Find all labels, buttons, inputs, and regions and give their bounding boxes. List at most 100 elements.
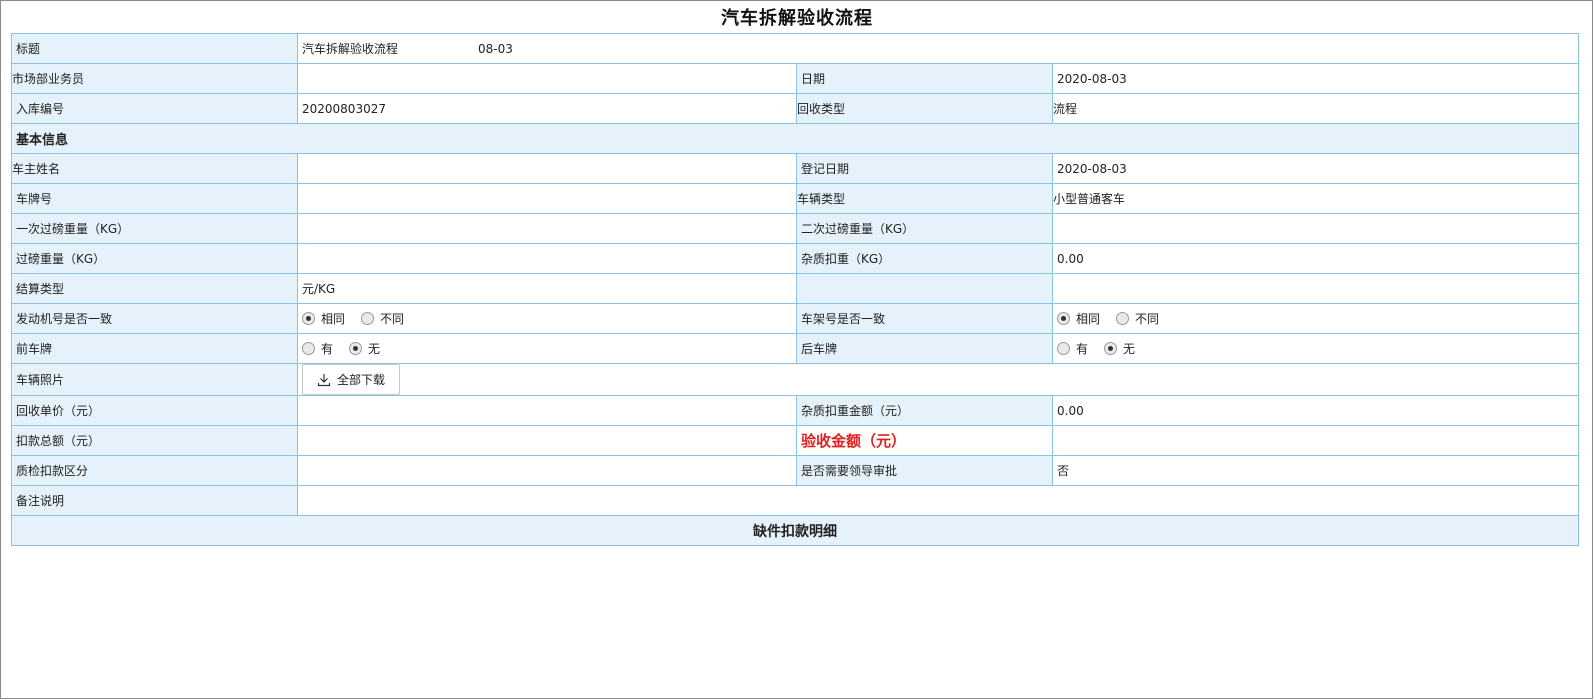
basic-info-heading: 基本信息 xyxy=(10,123,1580,154)
engine-same-radio[interactable] xyxy=(302,312,315,325)
engine-match-label: 发动机号是否一致 xyxy=(11,303,298,334)
download-icon xyxy=(317,373,331,386)
download-all-label: 全部下载 xyxy=(337,373,386,387)
photo-row: 车辆照片 全部下载 xyxy=(11,363,1580,396)
stock-no-field[interactable]: 20200803027 xyxy=(297,93,797,124)
rear-plate-options: 有 无 xyxy=(1051,333,1580,364)
net-weight-label: 过磅重量（KG） xyxy=(11,243,298,274)
acceptance-form: 标题 汽车拆解验收流程 08-03 市场部业务员 日期 2020-08-03 入库… xyxy=(10,33,1580,546)
owner-row: 车主姓名 登记日期 2020-08-03 xyxy=(11,153,1580,184)
missing-parts-heading: 缺件扣款明细 xyxy=(10,515,1580,546)
impurity-weight-field[interactable]: 0.00 xyxy=(1051,243,1580,274)
salesman-label: 市场部业务员 xyxy=(11,63,298,94)
rear-plate-label: 后车牌 xyxy=(796,333,1053,364)
plate-row: 车牌号 车辆类型 小型普通客车 xyxy=(11,183,1580,214)
vehicle-photo-area: 全部下载 xyxy=(296,363,1580,396)
recycle-type-field[interactable]: 流程 xyxy=(1051,93,1580,124)
unit-price-label: 回收单价（元） xyxy=(11,395,298,426)
engine-match-options: 相同 不同 xyxy=(297,303,797,334)
leader-approval-field[interactable]: 否 xyxy=(1051,455,1580,486)
title-row: 标题 汽车拆解验收流程 08-03 xyxy=(11,33,1580,64)
frame-diff-radio[interactable] xyxy=(1116,312,1130,325)
frame-same-text: 相同 xyxy=(1076,312,1101,326)
settle-type-label: 结算类型 xyxy=(11,273,298,304)
page-title: 汽车拆解验收流程 xyxy=(721,8,873,29)
title-value-cell: 汽车拆解验收流程 08-03 xyxy=(296,33,1580,64)
settle-type-field[interactable]: 元/KG xyxy=(297,273,797,304)
frame-same-radio[interactable] xyxy=(1057,312,1070,325)
accept-amount-field[interactable] xyxy=(1051,425,1580,456)
rear-plate-no-option[interactable]: 无 xyxy=(1104,340,1135,357)
impurity-weight-label: 杂质扣重（KG） xyxy=(796,243,1053,274)
title-label: 标题 xyxy=(11,33,298,64)
plates-row: 前车牌 有 无 后车牌 有 无 xyxy=(11,333,1580,364)
frame-diff-text: 不同 xyxy=(1135,312,1160,326)
net-weight-row: 过磅重量（KG） 杂质扣重（KG） 0.00 xyxy=(11,243,1580,274)
title-suffix: 08-03 xyxy=(478,42,513,56)
price-row: 回收单价（元） 杂质扣重金额（元） 0.00 xyxy=(11,395,1580,426)
date-label: 日期 xyxy=(796,63,1053,94)
deduct-total-field[interactable] xyxy=(297,425,797,456)
leader-approval-label: 是否需要领导审批 xyxy=(796,455,1053,486)
vehicle-type-label: 车辆类型 xyxy=(796,183,1053,214)
front-plate-options: 有 无 xyxy=(297,333,797,364)
register-date-field[interactable]: 2020-08-03 xyxy=(1051,153,1580,184)
weigh-row: 一次过磅重量（KG） 二次过磅重量（KG） xyxy=(11,213,1580,244)
deduct-total-label: 扣款总额（元） xyxy=(11,425,298,456)
qc-deduct-field[interactable] xyxy=(297,455,797,486)
front-plate-yes-radio[interactable] xyxy=(302,341,315,355)
engine-same-text: 相同 xyxy=(321,312,346,326)
first-weigh-field[interactable] xyxy=(297,213,797,244)
stock-no-row: 入库编号 20200803027 回收类型 流程 xyxy=(11,93,1580,124)
front-plate-label: 前车牌 xyxy=(11,333,298,364)
plate-no-label: 车牌号 xyxy=(11,183,298,214)
recycle-type-label: 回收类型 xyxy=(796,93,1053,124)
owner-name-field[interactable] xyxy=(297,153,797,184)
accept-amount-label: 验收金额（元） xyxy=(796,425,1053,456)
salesman-row: 市场部业务员 日期 2020-08-03 xyxy=(11,63,1580,94)
plate-no-field[interactable] xyxy=(297,183,797,214)
owner-name-label: 车主姓名 xyxy=(11,153,298,184)
frame-diff-option[interactable]: 不同 xyxy=(1116,310,1159,327)
vehicle-type-field[interactable]: 小型普通客车 xyxy=(1051,183,1580,214)
front-plate-yes-text: 有 xyxy=(321,341,334,356)
front-plate-yes-option[interactable]: 有 xyxy=(302,340,333,357)
front-plate-no-radio[interactable] xyxy=(349,341,363,355)
qc-deduct-label: 质检扣款区分 xyxy=(11,455,298,486)
settle-row: 结算类型 元/KG xyxy=(11,273,1580,304)
rear-plate-no-radio[interactable] xyxy=(1104,341,1118,355)
engine-diff-option[interactable]: 不同 xyxy=(361,310,404,327)
remark-row: 备注说明 xyxy=(11,485,1580,516)
engine-diff-radio[interactable] xyxy=(361,312,375,325)
engine-diff-text: 不同 xyxy=(380,312,405,326)
download-all-button[interactable]: 全部下载 xyxy=(302,364,401,395)
rear-plate-yes-option[interactable]: 有 xyxy=(1057,340,1088,357)
impurity-amount-label: 杂质扣重金额（元） xyxy=(796,395,1053,426)
rear-plate-yes-text: 有 xyxy=(1076,341,1089,356)
rear-plate-yes-radio[interactable] xyxy=(1057,341,1070,355)
vehicle-photo-label: 车辆照片 xyxy=(11,363,298,396)
engine-same-option[interactable]: 相同 xyxy=(302,310,345,327)
second-weigh-field[interactable] xyxy=(1051,213,1580,244)
salesman-field[interactable] xyxy=(297,63,797,94)
front-plate-no-option[interactable]: 无 xyxy=(349,340,380,357)
title-value: 汽车拆解验收流程 xyxy=(302,42,399,56)
frame-same-option[interactable]: 相同 xyxy=(1057,310,1100,327)
rear-plate-no-text: 无 xyxy=(1123,341,1136,356)
qc-row: 质检扣款区分 是否需要领导审批 否 xyxy=(11,455,1580,486)
stock-no-label: 入库编号 xyxy=(11,93,298,124)
deduct-row: 扣款总额（元） 验收金额（元） xyxy=(11,425,1580,456)
frame-match-options: 相同 不同 xyxy=(1051,303,1580,334)
net-weight-field[interactable] xyxy=(297,243,797,274)
first-weigh-label: 一次过磅重量（KG） xyxy=(11,213,298,244)
remark-field[interactable] xyxy=(296,485,1580,516)
front-plate-no-text: 无 xyxy=(368,341,381,356)
frame-match-label: 车架号是否一致 xyxy=(796,303,1053,334)
empty-field xyxy=(1051,273,1580,304)
impurity-amount-field[interactable]: 0.00 xyxy=(1051,395,1580,426)
missing-parts-section: 缺件扣款明细 xyxy=(10,515,1580,546)
register-date-label: 登记日期 xyxy=(796,153,1053,184)
unit-price-field[interactable] xyxy=(297,395,797,426)
remark-label: 备注说明 xyxy=(11,485,298,516)
date-field[interactable]: 2020-08-03 xyxy=(1051,63,1580,94)
